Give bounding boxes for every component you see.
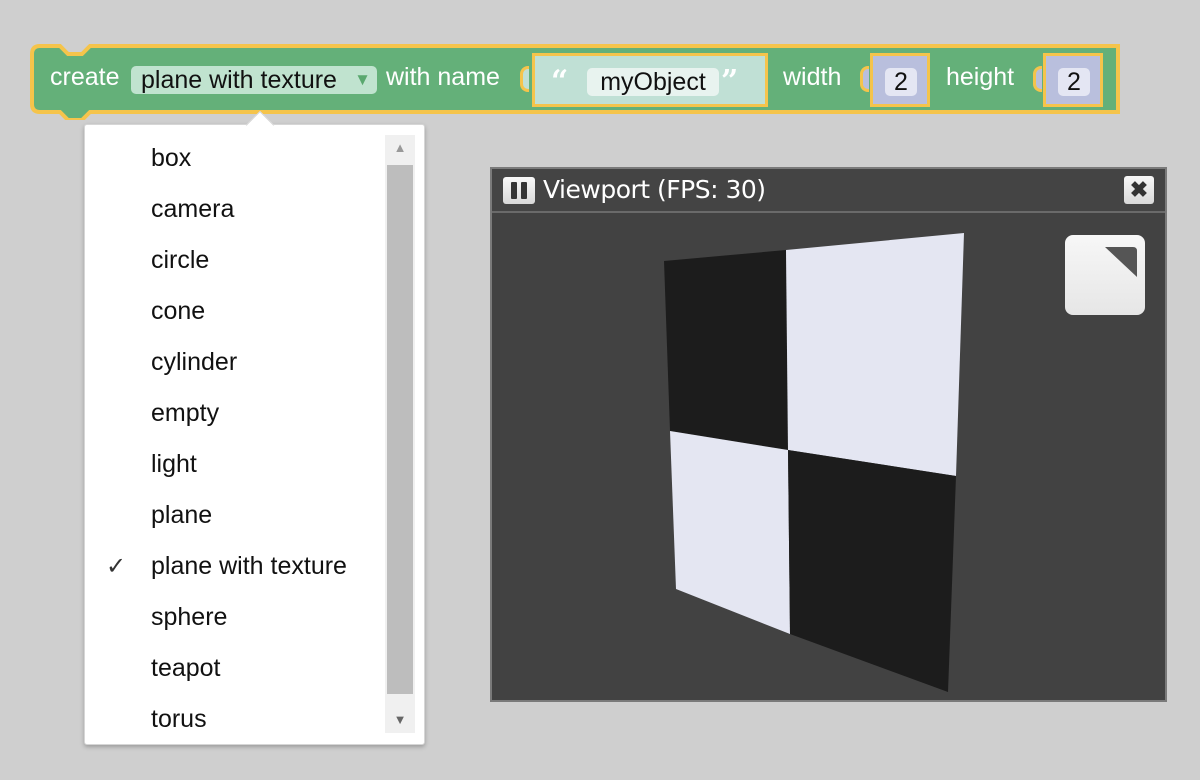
menu-item-torus[interactable]: torus	[86, 694, 384, 745]
menu-item-box[interactable]: box	[86, 133, 384, 184]
object-type-dropdown[interactable]: plane with texture ▼	[131, 66, 377, 94]
width-field[interactable]: 2	[885, 68, 917, 96]
menu-item-label: circle	[151, 246, 210, 274]
menu-item-plane[interactable]: plane	[86, 490, 384, 541]
menu-item-label: empty	[151, 399, 220, 427]
menu-item-empty[interactable]: empty	[86, 388, 384, 439]
menu-item-label: light	[151, 450, 197, 478]
height-label: height	[946, 63, 1015, 91]
menu-item-label: torus	[151, 705, 207, 733]
fullscreen-corner-icon	[1105, 247, 1137, 277]
close-quote-icon: ”	[721, 64, 739, 99]
menu-item-label: sphere	[151, 603, 228, 631]
menu-item-label: cylinder	[151, 348, 238, 376]
scroll-thumb[interactable]	[387, 165, 413, 694]
close-icon[interactable]: ✖	[1124, 176, 1154, 204]
object-name-field[interactable]: myObject	[587, 68, 719, 96]
menu-item-label: camera	[151, 195, 235, 223]
viewport-title: Viewport (FPS: 30)	[543, 175, 766, 204]
height-number-block[interactable]: 2	[1043, 53, 1103, 107]
menu-item-cylinder[interactable]: cylinder	[86, 337, 384, 388]
menu-item-light[interactable]: light	[86, 439, 384, 490]
menu-item-camera[interactable]: camera	[86, 184, 384, 235]
viewport-panel: Viewport (FPS: 30) ✖	[490, 167, 1167, 702]
checkmark-icon: ✓	[106, 553, 127, 580]
menu-item-teapot[interactable]: teapot	[86, 643, 384, 694]
menu-item-cone[interactable]: cone	[86, 286, 384, 337]
object-type-value: plane with texture	[141, 66, 337, 94]
checker-tile-top-right	[786, 233, 964, 476]
menu-item-label: plane with texture	[151, 552, 347, 580]
open-quote-icon: “	[551, 64, 569, 99]
dropdown-arrow-icon: ▼	[354, 70, 371, 89]
fullscreen-toggle-icon[interactable]	[1065, 235, 1145, 315]
viewport-header: Viewport (FPS: 30) ✖	[492, 169, 1165, 213]
height-field[interactable]: 2	[1058, 68, 1090, 96]
object-type-menu: box camera circle cone cylinder empty light pla…	[84, 110, 425, 745]
width-label: width	[783, 63, 842, 91]
menu-item-sphere[interactable]: sphere	[86, 592, 384, 643]
pause-icon[interactable]	[503, 177, 535, 204]
menu-item-label: box	[151, 144, 192, 172]
create-label: create	[50, 63, 120, 91]
width-number-block[interactable]: 2	[870, 53, 930, 107]
menu-item-plane-with-texture[interactable]: ✓ plane with texture	[86, 541, 384, 592]
scroll-up-arrow-icon[interactable]: ▲	[385, 135, 415, 161]
width-input-connector	[860, 66, 869, 92]
menu-item-label: plane	[151, 501, 213, 529]
menu-item-label: teapot	[151, 654, 221, 682]
menu-item-circle[interactable]: circle	[86, 235, 384, 286]
with-name-label: with name	[386, 63, 500, 91]
checker-tile-top-left	[664, 250, 788, 450]
height-input-connector	[1033, 66, 1042, 92]
create-object-block[interactable]: create plane with texture ▼ with name “ …	[30, 44, 1122, 120]
scroll-down-arrow-icon[interactable]: ▼	[385, 707, 415, 733]
string-block[interactable]: “ myObject ”	[532, 53, 768, 107]
menu-scrollbar[interactable]: ▲ ▼	[385, 135, 415, 733]
menu-item-label: cone	[151, 297, 206, 325]
string-input-connector	[520, 66, 529, 92]
